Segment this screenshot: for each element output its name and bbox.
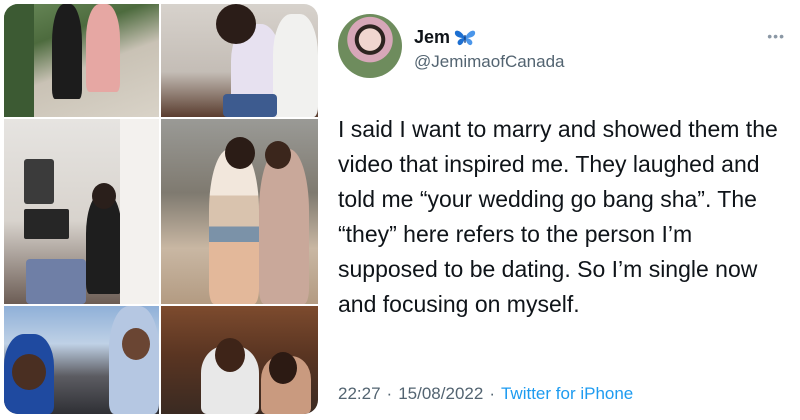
tweet-source[interactable]: Twitter for iPhone	[501, 384, 633, 404]
meta-separator: ·	[489, 384, 495, 403]
user-handle[interactable]: @JemimaofCanada	[414, 52, 565, 72]
tweet-time[interactable]: 22:27	[338, 384, 381, 404]
couple-outdoor-photo[interactable]	[4, 4, 159, 117]
author-name-row: Jem	[414, 27, 476, 48]
couple-restaurant-photo[interactable]	[161, 306, 318, 414]
tweet-text: I said I want to marry and showed them t…	[338, 116, 778, 317]
avatar[interactable]	[338, 14, 402, 78]
couple-kitchen-photo[interactable]	[161, 119, 318, 304]
couple-traditional-attire-photo[interactable]	[4, 306, 159, 414]
photo-collage	[4, 4, 318, 414]
couple-hug-photo[interactable]	[161, 4, 318, 117]
tweet-date[interactable]: 15/08/2022	[398, 384, 483, 404]
ellipsis-icon[interactable]: •••	[767, 28, 785, 44]
butterfly-icon	[454, 29, 476, 47]
meta-separator: ·	[386, 384, 393, 403]
tweet-meta: 22:27 · 15/08/2022 · Twitter for iPhone	[338, 384, 633, 404]
woman-selfie-photo[interactable]	[4, 119, 159, 304]
display-name[interactable]: Jem	[414, 27, 450, 48]
tweet-card: Jem @JemimaofCanada ••• I said I want to…	[330, 0, 795, 420]
